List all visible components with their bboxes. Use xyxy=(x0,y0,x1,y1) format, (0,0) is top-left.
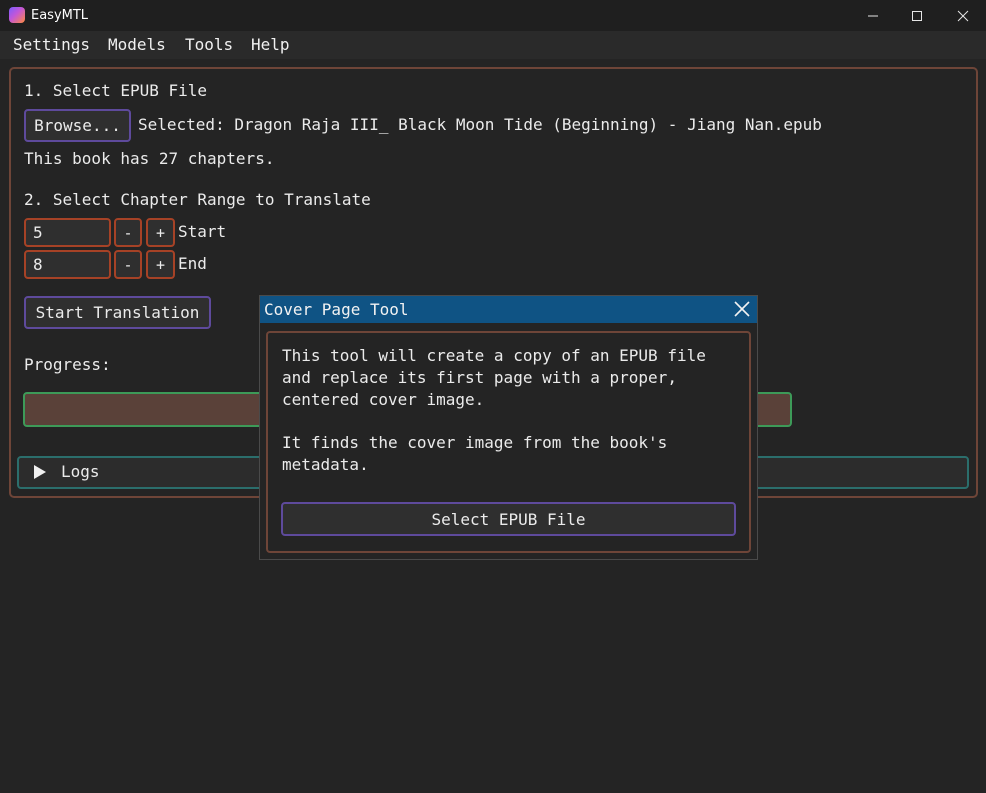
select-epub-file-button[interactable]: Select EPUB File xyxy=(281,502,736,536)
selected-file-text: Selected: Dragon Raja III_ Black Moon Ti… xyxy=(138,115,822,134)
dialog-description-line: It finds the cover image from the book's xyxy=(282,433,668,452)
start-decrement-button[interactable]: - xyxy=(114,218,142,247)
dialog-description-line: This tool will create a copy of an EPUB … xyxy=(282,346,706,365)
chapters-info: This book has 27 chapters. xyxy=(24,149,275,168)
dialog-close-button[interactable] xyxy=(731,299,753,319)
end-increment-button[interactable]: + xyxy=(146,250,175,279)
start-translation-button[interactable]: Start Translation xyxy=(24,296,211,329)
menu-models[interactable]: Models xyxy=(108,31,166,59)
end-label: End xyxy=(178,254,207,273)
dialog-description-line: and replace its first page with a proper… xyxy=(282,368,677,387)
close-icon xyxy=(957,10,969,21)
maximize-icon xyxy=(912,10,922,21)
section2-heading: 2. Select Chapter Range to Translate xyxy=(24,190,371,209)
logs-label: Logs xyxy=(61,462,100,481)
menu-help[interactable]: Help xyxy=(251,31,290,59)
window-title: EasyMTL xyxy=(31,8,89,23)
maximize-button[interactable] xyxy=(894,0,940,31)
triangle-right-icon xyxy=(34,465,46,479)
start-label: Start xyxy=(178,222,227,241)
dialog-title: Cover Page Tool xyxy=(264,300,409,319)
start-chapter-input[interactable]: 5 xyxy=(24,218,111,247)
end-chapter-input[interactable]: 8 xyxy=(24,250,111,279)
close-window-button[interactable] xyxy=(940,0,986,31)
app-icon xyxy=(9,7,25,23)
minimize-button[interactable] xyxy=(850,0,896,31)
close-icon xyxy=(734,301,750,317)
dialog-description-line: metadata. xyxy=(282,455,369,474)
title-bar[interactable] xyxy=(0,0,986,31)
minimize-icon xyxy=(868,15,878,16)
start-increment-button[interactable]: + xyxy=(146,218,175,247)
menu-tools[interactable]: Tools xyxy=(185,31,233,59)
menu-settings[interactable]: Settings xyxy=(13,31,90,59)
browse-button[interactable]: Browse... xyxy=(24,109,131,142)
dialog-description-line: centered cover image. xyxy=(282,390,485,409)
progress-label: Progress: xyxy=(24,355,111,374)
section1-heading: 1. Select EPUB File xyxy=(24,81,208,100)
end-decrement-button[interactable]: - xyxy=(114,250,142,279)
